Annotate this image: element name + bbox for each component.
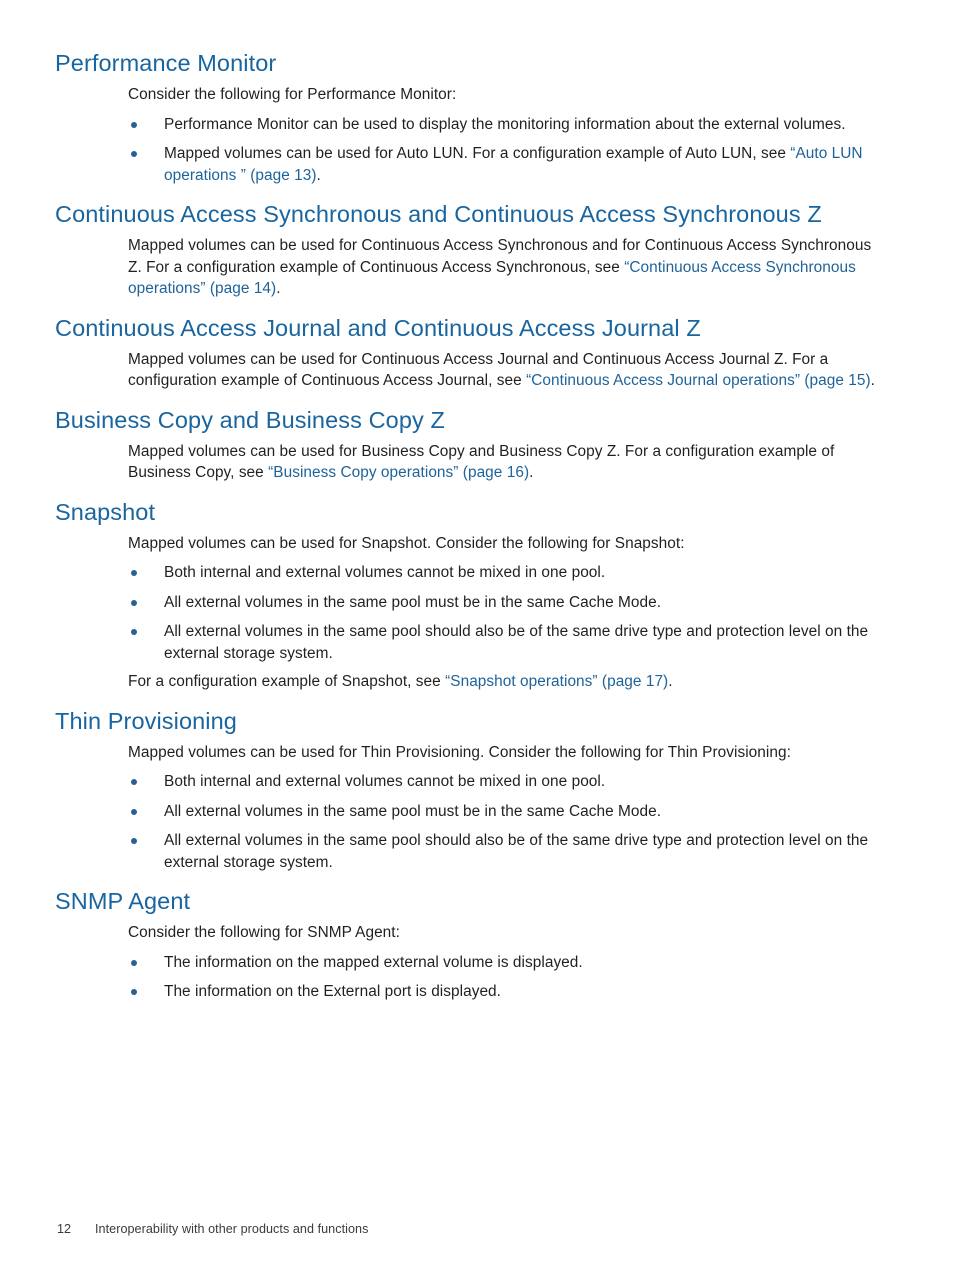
bullet-dot-icon [131,989,137,996]
list-item-text: Both internal and external volumes canno… [164,773,606,791]
body-snmp-agent: Consider the following for SNMP Agent: T… [128,922,877,1003]
section-business-copy: Business Copy and Business Copy Z Mapped… [55,407,877,484]
section-performance-monitor: Performance Monitor Consider the followi… [55,50,877,186]
bullet-dot-icon [131,629,137,636]
section-continuous-access-synchronous: Continuous Access Synchronous and Contin… [55,201,877,300]
section-snapshot: Snapshot Mapped volumes can be used for … [55,499,877,693]
list-item: The information on the External port is … [128,981,877,1003]
list-item: All external volumes in the same pool mu… [128,801,877,823]
heading-business-copy: Business Copy and Business Copy Z [55,406,445,433]
bullet-list-snapshot: Both internal and external volumes canno… [128,562,877,664]
section-thin-provisioning: Thin Provisioning Mapped volumes can be … [55,708,877,874]
bullet-dot-icon [131,599,137,606]
cross-reference-link-continuous-access-journal[interactable]: “Continuous Access Journal operations” (… [526,372,871,389]
bullet-dot-icon [131,151,137,158]
body-continuous-access-journal: Mapped volumes can be used for Continuou… [128,349,877,392]
page-footer: 12 Interoperability with other products a… [57,1222,368,1236]
list-item-text-tail: . [316,166,321,184]
heading-snmp-agent: SNMP Agent [55,888,191,915]
page-content: Performance Monitor Consider the followi… [55,50,877,1003]
heading-continuous-access-synchronous: Continuous Access Synchronous and Contin… [55,201,822,228]
body-continuous-access-synchronous: Mapped volumes can be used for Continuou… [128,235,877,300]
list-item-text: The information on the External port is … [164,983,501,1001]
intro-performance-monitor: Consider the following for Performance M… [128,86,457,104]
list-item: Performance Monitor can be used to displ… [128,114,877,136]
heading-continuous-access-journal: Continuous Access Journal and Continuous… [55,314,701,341]
section-snmp-agent: SNMP Agent Consider the following for SN… [55,888,877,1003]
list-item-text: All external volumes in the same pool mu… [164,802,662,820]
list-item-text: Mapped volumes can be used for Auto LUN.… [164,145,791,163]
paragraph-text-tail: . [529,464,534,482]
paragraph-text-tail: . [276,280,281,298]
paragraph-text-tail: . [870,372,875,390]
bullet-dot-icon [131,838,137,845]
list-item: The information on the mapped external v… [128,952,877,974]
list-item: Both internal and external volumes canno… [128,562,877,584]
bullet-list-snmp-agent: The information on the mapped external v… [128,952,877,1003]
document-page: Performance Monitor Consider the followi… [0,0,954,1271]
paragraph-continuous-access-synchronous: Mapped volumes can be used for Continuou… [128,235,877,300]
list-item-text: Performance Monitor can be used to displ… [164,115,846,133]
intro-thin-provisioning: Mapped volumes can be used for Thin Prov… [128,743,791,761]
bullet-list-thin-provisioning: Both internal and external volumes canno… [128,771,877,873]
list-item-text: Both internal and external volumes canno… [164,564,606,582]
body-thin-provisioning: Mapped volumes can be used for Thin Prov… [128,742,877,874]
footer-chapter-title: Interoperability with other products and… [95,1222,369,1236]
list-item: All external volumes in the same pool mu… [128,592,877,614]
list-item: Both internal and external volumes canno… [128,771,877,793]
list-item-text: All external volumes in the same pool sh… [164,832,869,871]
bullet-dot-icon [131,959,137,966]
paragraph-text: For a configuration example of Snapshot,… [128,673,446,691]
outro-snapshot: For a configuration example of Snapshot,… [128,671,877,693]
cross-reference-link-business-copy[interactable]: “Business Copy operations” (page 16) [268,464,529,481]
paragraph-text-tail: . [668,673,673,691]
list-item-text: All external volumes in the same pool sh… [164,623,869,662]
list-item-text: The information on the mapped external v… [164,953,583,971]
intro-snapshot: Mapped volumes can be used for Snapshot.… [128,534,685,552]
list-item: All external volumes in the same pool sh… [128,830,877,873]
heading-performance-monitor: Performance Monitor [55,50,277,76]
paragraph-business-copy: Mapped volumes can be used for Business … [128,441,877,484]
bullet-dot-icon [131,779,137,786]
paragraph-continuous-access-journal: Mapped volumes can be used for Continuou… [128,349,877,392]
list-item: All external volumes in the same pool sh… [128,621,877,664]
body-business-copy: Mapped volumes can be used for Business … [128,441,877,484]
cross-reference-link-snapshot[interactable]: “Snapshot operations” (page 17) [445,673,668,690]
list-item: Mapped volumes can be used for Auto LUN.… [128,143,877,186]
bullet-list-performance-monitor: Performance Monitor can be used to displ… [128,114,877,187]
list-item-text: All external volumes in the same pool mu… [164,593,662,611]
section-continuous-access-journal: Continuous Access Journal and Continuous… [55,315,877,392]
body-performance-monitor: Consider the following for Performance M… [128,84,877,186]
heading-thin-provisioning: Thin Provisioning [55,707,237,734]
body-snapshot: Mapped volumes can be used for Snapshot.… [128,533,877,693]
bullet-dot-icon [131,121,137,128]
bullet-dot-icon [131,570,137,577]
intro-snmp-agent: Consider the following for SNMP Agent: [128,924,400,942]
heading-snapshot: Snapshot [55,498,156,525]
bullet-dot-icon [131,808,137,815]
footer-page-number: 12 [57,1222,72,1236]
